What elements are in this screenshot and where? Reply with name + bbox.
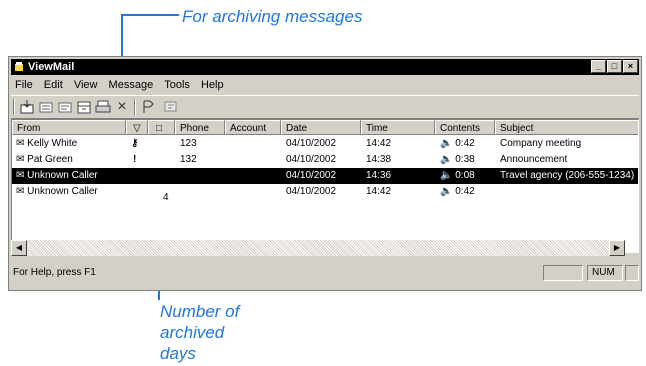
days-callout-text-3: days — [160, 344, 196, 363]
column-header-time[interactable]: Time — [361, 120, 435, 135]
toolbar-separator — [134, 99, 136, 115]
speaker-icon: 🔈 — [440, 138, 453, 149]
date-cell: 04/10/2002 — [286, 154, 337, 165]
speaker-icon: 🔈 — [440, 154, 453, 165]
status-help-text: For Help, press F1 — [13, 267, 96, 278]
from-text: Unknown Caller — [27, 170, 98, 181]
num-lock-indicator: NUM — [587, 265, 623, 281]
message-row[interactable]: ✉ Kelly White ⚷ 123 04/10/2002 14:42 🔈 0… — [12, 136, 638, 152]
contents-cell: 🔈 0:08 — [440, 168, 495, 184]
delete-icon[interactable]: × — [114, 99, 130, 115]
archived-days-value: 4 — [163, 192, 169, 203]
from-cell: ✉ Unknown Caller — [16, 184, 126, 200]
speaker-icon: 🔈 — [440, 186, 453, 197]
column-header-flag[interactable]: ▽ — [126, 120, 148, 135]
message-row[interactable]: ✉ Unknown Caller 4 04/10/2002 14:42 🔈 0:… — [12, 184, 638, 203]
status-panel-blank — [543, 265, 583, 281]
viewmail-app-icon — [15, 62, 23, 71]
message-row-selected[interactable]: ✉ Unknown Caller 04/10/2002 14:36 🔈 0:08… — [12, 168, 638, 184]
archive-callout-line-h — [121, 14, 179, 16]
reply-icon[interactable] — [38, 99, 54, 115]
time-cell: 14:38 — [366, 154, 392, 165]
from-text: Pat Green — [27, 154, 73, 165]
subject-cell: Announcement — [500, 154, 568, 165]
play-icon[interactable] — [141, 99, 157, 115]
status-bar: For Help, press F1 NUM — [11, 263, 639, 283]
menu-tools[interactable]: Tools — [164, 79, 190, 91]
from-cell: ✉ Pat Green — [16, 152, 126, 168]
toolbar: × — [11, 95, 639, 119]
print-icon[interactable] — [95, 99, 111, 115]
closed-envelope-icon: ✉ — [16, 154, 25, 165]
duration-text: 0:42 — [455, 186, 475, 197]
date-cell: 04/10/2002 — [286, 170, 337, 181]
phone-cell: 132 — [180, 154, 197, 165]
title-bar[interactable]: ViewMail _ □ × — [11, 59, 639, 75]
time-cell: 14:42 — [366, 138, 392, 149]
time-cell: 14:36 — [366, 170, 392, 181]
toolbar-grip — [13, 99, 15, 115]
window-title: ViewMail — [28, 61, 75, 73]
column-header-subject[interactable]: Subject — [495, 120, 638, 135]
column-header-date[interactable]: Date — [281, 120, 361, 135]
days-callout-text-2: archived — [160, 323, 225, 342]
opened-envelope-icon: ✉ — [16, 186, 25, 197]
menu-help[interactable]: Help — [201, 79, 224, 91]
date-cell: 04/10/2002 — [286, 186, 337, 197]
minimize-button[interactable]: _ — [591, 60, 606, 73]
archive-icon[interactable] — [76, 99, 92, 115]
menu-bar: File Edit View Message Tools Help — [11, 76, 639, 94]
message-row[interactable]: ✉ Pat Green ! 132 04/10/2002 14:38 🔈 0:3… — [12, 152, 638, 168]
days-callout-text-1: Number of — [160, 302, 240, 321]
speaker-icon: 🔈 — [440, 170, 453, 181]
menu-message[interactable]: Message — [109, 79, 154, 91]
stop-icon[interactable] — [163, 99, 179, 115]
scroll-left-button[interactable]: ◀ — [11, 240, 27, 256]
archived-key-icon: ⚷ — [131, 138, 139, 149]
archive-callout-text: For archiving messages — [182, 7, 363, 26]
from-text: Kelly White — [27, 138, 78, 149]
menu-edit[interactable]: Edit — [44, 79, 63, 91]
phone-cell: 123 — [180, 138, 197, 149]
duration-text: 0:38 — [455, 154, 475, 165]
subject-cell: Company meeting — [500, 138, 582, 149]
scroll-track[interactable] — [27, 240, 609, 256]
from-text: Unknown Caller — [27, 186, 98, 197]
opened-envelope-icon: ✉ — [16, 138, 25, 149]
close-button[interactable]: × — [623, 60, 638, 73]
from-cell: ✉ Kelly White — [16, 136, 126, 152]
column-header-phone[interactable]: Phone — [175, 120, 225, 135]
scroll-right-button[interactable]: ▶ — [609, 240, 625, 256]
column-header-from[interactable]: From — [12, 120, 126, 135]
column-header-contents[interactable]: Contents — [435, 120, 495, 135]
column-header-folder[interactable]: □ — [148, 120, 175, 135]
time-cell: 14:42 — [366, 186, 392, 197]
from-cell: ✉ Unknown Caller — [16, 168, 126, 184]
new-message-icon[interactable] — [19, 99, 35, 115]
urgent-icon: ! — [133, 154, 137, 165]
date-cell: 04/10/2002 — [286, 138, 337, 149]
horizontal-scrollbar[interactable]: ◀ ▶ — [11, 240, 625, 256]
opened-envelope-icon: ✉ — [16, 170, 25, 181]
subject-cell: Travel agency (206-555-1234) — [500, 170, 635, 181]
maximize-button[interactable]: □ — [607, 60, 622, 73]
duration-text: 0:42 — [455, 138, 475, 149]
column-header-account[interactable]: Account — [225, 120, 281, 135]
viewmail-window: ViewMail _ □ × File Edit View Message To… — [8, 56, 642, 291]
menu-view[interactable]: View — [74, 79, 98, 91]
message-list[interactable]: From ▽ □ Phone Account Date Time Content… — [11, 119, 639, 253]
contents-cell: 🔈 0:42 — [440, 136, 495, 152]
contents-cell: 🔈 0:42 — [440, 184, 495, 200]
forward-icon[interactable] — [57, 99, 73, 115]
status-panel-end — [625, 265, 639, 281]
menu-file[interactable]: File — [15, 79, 33, 91]
duration-text: 0:08 — [455, 170, 475, 181]
contents-cell: 🔈 0:38 — [440, 152, 495, 168]
